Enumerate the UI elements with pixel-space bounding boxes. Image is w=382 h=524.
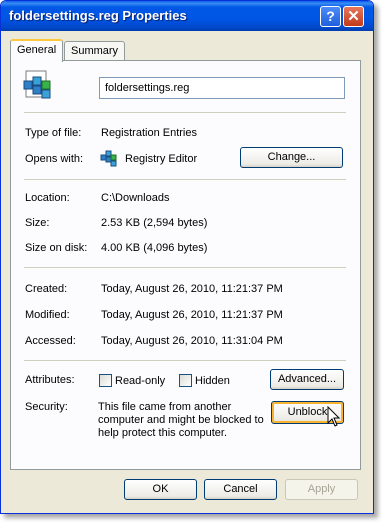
hidden-label[interactable]: Hidden	[195, 375, 230, 387]
cancel-button[interactable]: Cancel	[204, 479, 277, 500]
attributes-label: Attributes:	[25, 374, 75, 386]
mouse-pointer-icon	[327, 405, 341, 431]
advanced-button[interactable]: Advanced...	[270, 369, 344, 390]
modified-label: Modified:	[25, 309, 70, 321]
security-text-line3: help protect this computer.	[98, 427, 228, 439]
ok-button[interactable]: OK	[124, 479, 197, 500]
type-label: Type of file:	[25, 127, 82, 139]
tab-general[interactable]: General	[10, 39, 64, 62]
hidden-checkbox[interactable]	[179, 374, 192, 387]
separator	[24, 179, 346, 180]
filename-field[interactable]: foldersettings.reg	[99, 77, 345, 99]
type-value: Registration Entries	[101, 127, 197, 139]
created-label: Created:	[25, 283, 68, 295]
title-bar[interactable]: foldersettings.reg Properties ? ✕	[1, 1, 373, 31]
size-on-disk-value: 4.00 KB (4,096 bytes)	[101, 242, 208, 254]
security-text-line1: This file came from another	[98, 401, 232, 413]
location-value: C:\Downloads	[101, 192, 170, 204]
general-panel: foldersettings.reg Type of file: Registr…	[10, 60, 361, 470]
accessed-label: Accessed:	[25, 335, 76, 347]
security-label: Security:	[25, 401, 68, 413]
readonly-checkbox[interactable]	[99, 374, 112, 387]
size-on-disk-label: Size on disk:	[25, 242, 88, 254]
created-value: Today, August 26, 2010, 11:21:37 PM	[101, 283, 283, 295]
size-label: Size:	[25, 217, 50, 229]
readonly-label[interactable]: Read-only	[115, 375, 165, 387]
registry-file-icon	[22, 69, 54, 101]
size-value: 2.53 KB (2,594 bytes)	[101, 217, 208, 229]
separator	[24, 112, 346, 113]
close-button[interactable]: ✕	[343, 6, 364, 27]
tab-summary[interactable]: Summary	[64, 41, 126, 60]
security-text-line2: computer and might be blocked to	[98, 414, 264, 426]
separator	[24, 360, 346, 361]
opens-with-label: Opens with:	[25, 153, 84, 165]
separator	[24, 267, 346, 268]
properties-window: foldersettings.reg Properties ? ✕ Genera…	[0, 0, 374, 514]
modified-value: Today, August 26, 2010, 11:21:37 PM	[101, 309, 283, 321]
change-button[interactable]: Change...	[240, 147, 343, 168]
registry-editor-icon	[100, 149, 118, 167]
accessed-value: Today, August 26, 2010, 11:31:04 PM	[101, 335, 283, 347]
window-title: foldersettings.reg Properties	[9, 8, 187, 23]
dialog-client: General Summary foldersettings.reg Type …	[5, 31, 369, 509]
apply-button[interactable]: Apply	[285, 479, 358, 500]
help-button[interactable]: ?	[320, 6, 341, 27]
opens-with-value: Registry Editor	[125, 153, 198, 165]
location-label: Location:	[25, 192, 70, 204]
